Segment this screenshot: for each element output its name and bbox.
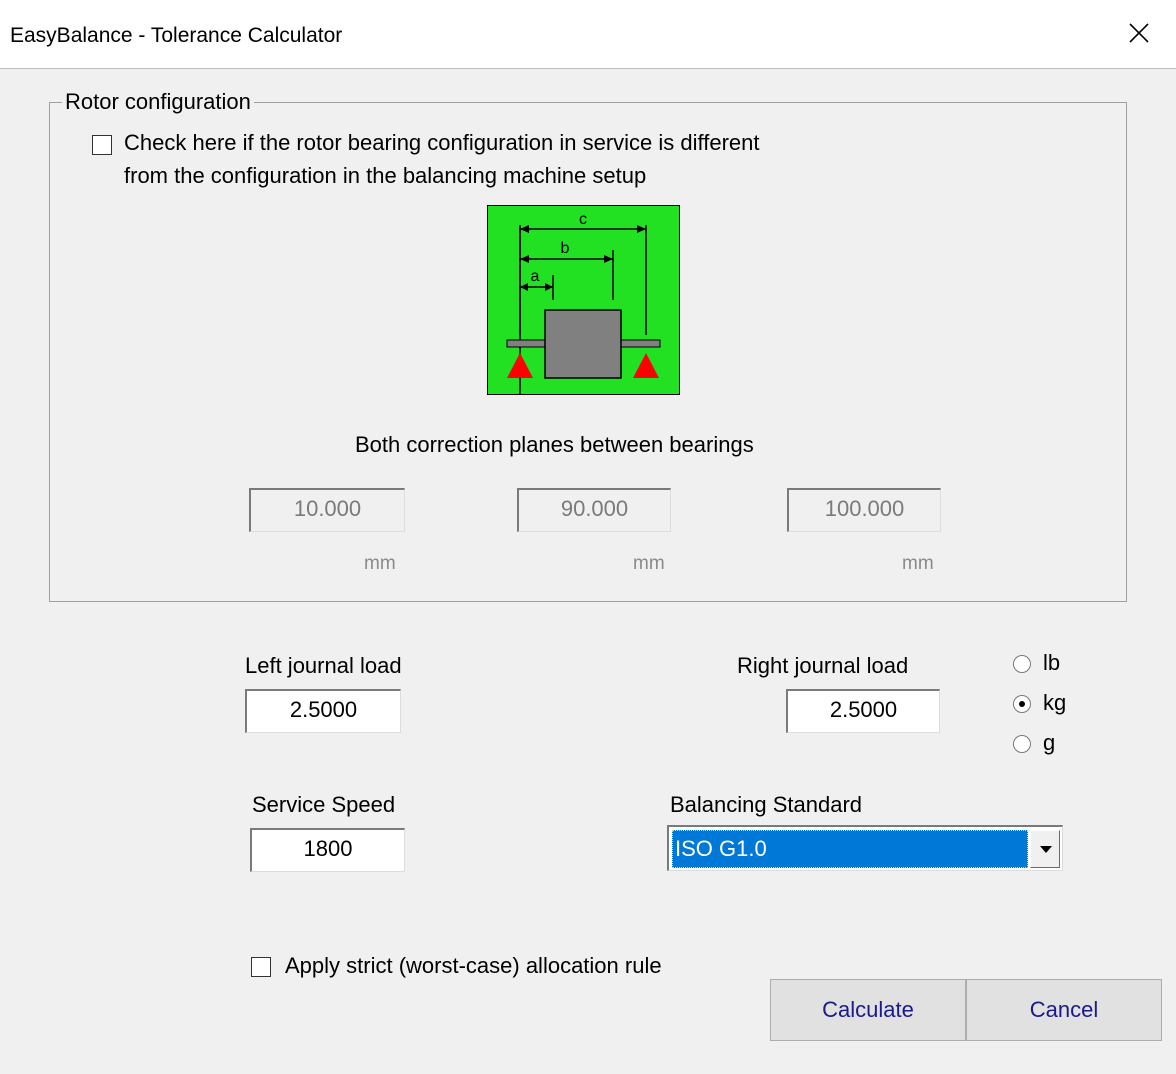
- dimension-a-field[interactable]: 10.000: [249, 488, 405, 532]
- service-speed-input[interactable]: 1800: [250, 828, 405, 872]
- rotor-configuration-diagram: c b a: [486, 204, 681, 530]
- radio-selected-dot: [1019, 701, 1025, 707]
- strict-rule-label: Apply strict (worst-case) allocation rul…: [285, 953, 662, 978]
- dimension-c-field[interactable]: 100.000: [787, 488, 941, 532]
- balancing-standard-value: ISO G1.0: [672, 830, 1028, 868]
- right-journal-load-label: Right journal load: [737, 653, 909, 678]
- title-divider: [0, 68, 1176, 69]
- unit-radio-lb[interactable]: [1013, 655, 1031, 673]
- unit-radio-g[interactable]: [1013, 735, 1031, 753]
- balancing-standard-label: Balancing Standard: [670, 792, 863, 817]
- dropdown-button[interactable]: [1030, 830, 1060, 868]
- different-configuration-checkbox[interactable]: [92, 135, 112, 155]
- different-configuration-label-line2: from the configuration in the balancing …: [124, 163, 647, 188]
- left-journal-load-label: Left journal load: [245, 653, 402, 678]
- dimension-b-field[interactable]: 90.000: [517, 488, 671, 532]
- diagram-caption: Both correction planes between bearings: [355, 432, 754, 457]
- dimension-c-unit: mm: [902, 553, 934, 574]
- cancel-button[interactable]: Cancel: [966, 979, 1162, 1041]
- tolerance-calculator-dialog: EasyBalance - Tolerance Calculator Rotor…: [0, 0, 1176, 1074]
- calculate-button[interactable]: Calculate: [770, 979, 966, 1041]
- chevron-down-icon: [1040, 846, 1052, 853]
- service-speed-label: Service Speed: [252, 792, 396, 817]
- diagram-label-a: a: [531, 268, 540, 285]
- diagram-label-c: c: [579, 211, 587, 228]
- strict-rule-checkbox[interactable]: [251, 957, 271, 977]
- balancing-standard-select[interactable]: ISO G1.0: [667, 825, 1063, 871]
- close-button[interactable]: [1106, 0, 1176, 68]
- right-journal-load-input[interactable]: 2.5000: [786, 689, 940, 733]
- title-bar[interactable]: EasyBalance - Tolerance Calculator: [0, 0, 1176, 68]
- dimension-b-unit: mm: [633, 553, 665, 574]
- different-configuration-label-line1: Check here if the rotor bearing configur…: [124, 130, 760, 155]
- close-icon: [1129, 23, 1149, 43]
- rotor-configuration-legend: Rotor configuration: [62, 89, 254, 115]
- left-journal-load-input[interactable]: 2.5000: [245, 689, 401, 733]
- unit-radio-kg[interactable]: [1013, 695, 1031, 713]
- diagram-label-b: b: [561, 240, 570, 257]
- dimension-a-unit: mm: [364, 553, 396, 574]
- unit-radio-g-label: g: [1043, 730, 1056, 755]
- unit-radio-lb-label: lb: [1043, 650, 1061, 675]
- window-title: EasyBalance - Tolerance Calculator: [10, 24, 343, 47]
- unit-radio-kg-label: kg: [1043, 690, 1067, 715]
